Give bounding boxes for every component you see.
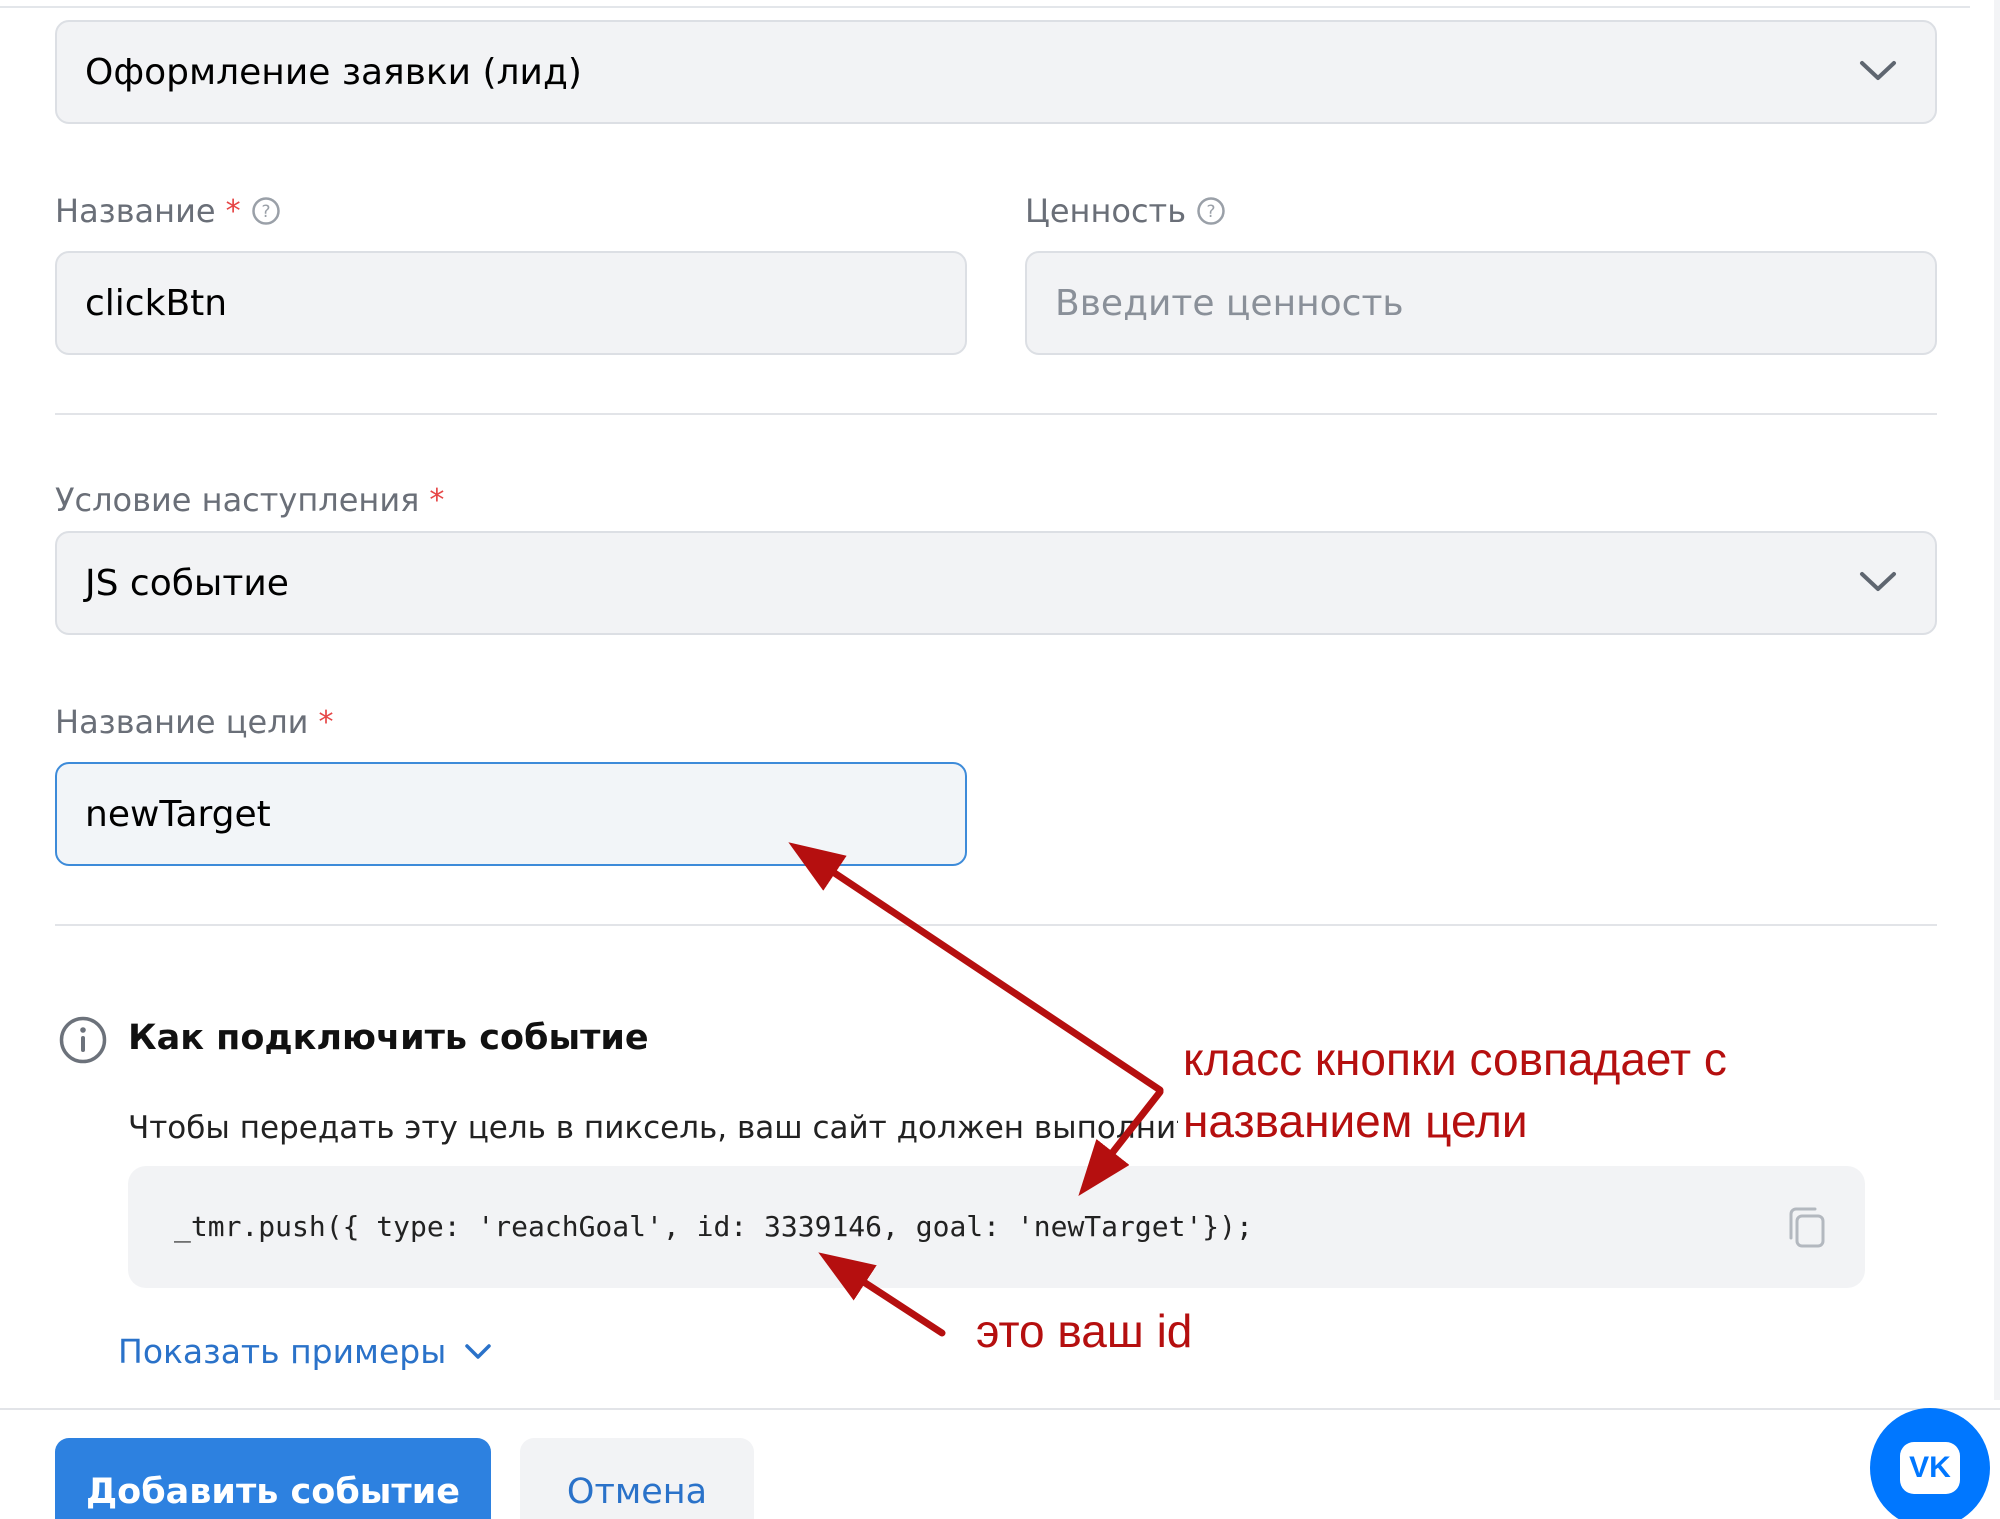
goal-name-input-value: newTarget <box>85 793 271 835</box>
name-label-text: Название <box>55 192 216 230</box>
footer-divider <box>0 1408 2000 1410</box>
required-mark: * <box>225 193 241 229</box>
scrollbar[interactable] <box>1994 0 2000 1400</box>
name-label: Название * ? <box>55 192 281 230</box>
goal-name-input[interactable]: newTarget <box>55 762 967 866</box>
add-event-label: Добавить событие <box>86 1472 460 1512</box>
value-input-placeholder: Введите ценность <box>1055 282 1404 324</box>
event-type-select[interactable]: Оформление заявки (лид) <box>55 20 1937 124</box>
annotation-goal-match: класс кнопки совпадает с названием цели <box>1183 1028 1727 1152</box>
section-divider <box>55 413 1937 415</box>
required-mark: * <box>318 704 334 740</box>
condition-label: Условие наступления * <box>55 481 444 519</box>
vk-chat-button[interactable]: VK <box>1870 1408 1990 1519</box>
event-type-value: Оформление заявки (лид) <box>85 51 582 93</box>
annotation-id-note: это ваш id <box>976 1305 1193 1357</box>
code-block: _tmr.push({ type: 'reachGoal', id: 33391… <box>128 1166 1865 1288</box>
code-snippet[interactable]: _tmr.push({ type: 'reachGoal', id: 33391… <box>174 1210 1253 1243</box>
required-mark: * <box>429 482 445 518</box>
add-event-button[interactable]: Добавить событие <box>55 1438 491 1519</box>
annotation-arrows <box>788 842 1164 1337</box>
annotation-line: класс кнопки совпадает с <box>1183 1033 1727 1085</box>
section-divider <box>55 924 1937 926</box>
top-divider <box>0 6 1970 8</box>
copy-icon[interactable] <box>1785 1204 1829 1252</box>
vk-logo-text: VK <box>1909 1451 1951 1484</box>
svg-text:?: ? <box>261 202 270 222</box>
condition-label-text: Условие наступления <box>55 481 420 519</box>
vk-logo-icon: VK <box>1900 1442 1960 1494</box>
value-input[interactable]: Введите ценность <box>1025 251 1937 355</box>
cancel-label: Отмена <box>566 1472 708 1512</box>
goal-name-label-text: Название цели <box>55 703 309 741</box>
name-input-value: clickBtn <box>85 282 228 324</box>
help-icon[interactable]: ? <box>251 196 281 226</box>
arrow-to-goal-input <box>788 842 1164 1094</box>
chevron-down-icon <box>1860 61 1896 80</box>
value-label-text: Ценность <box>1025 192 1187 230</box>
show-examples-label: Показать примеры <box>118 1332 447 1371</box>
cancel-button[interactable]: Отмена <box>520 1438 754 1519</box>
show-examples-link[interactable]: Показать примеры <box>118 1332 492 1371</box>
condition-select[interactable]: JS событие <box>55 531 1937 635</box>
goal-name-label: Название цели * <box>55 703 333 741</box>
annotation-line: названием цели <box>1183 1095 1528 1147</box>
chevron-down-icon <box>465 1343 492 1359</box>
info-icon <box>59 1016 107 1064</box>
chevron-down-icon <box>1860 572 1896 591</box>
name-input[interactable]: clickBtn <box>55 251 967 355</box>
howto-description: Чтобы передать эту цель в пиксель, ваш с… <box>128 1110 1178 1146</box>
condition-value: JS событие <box>85 562 289 604</box>
svg-text:?: ? <box>1207 202 1216 222</box>
value-label: Ценность ? <box>1025 192 1226 230</box>
help-icon[interactable]: ? <box>1196 196 1226 226</box>
howto-title: Как подключить событие <box>128 1018 649 1058</box>
